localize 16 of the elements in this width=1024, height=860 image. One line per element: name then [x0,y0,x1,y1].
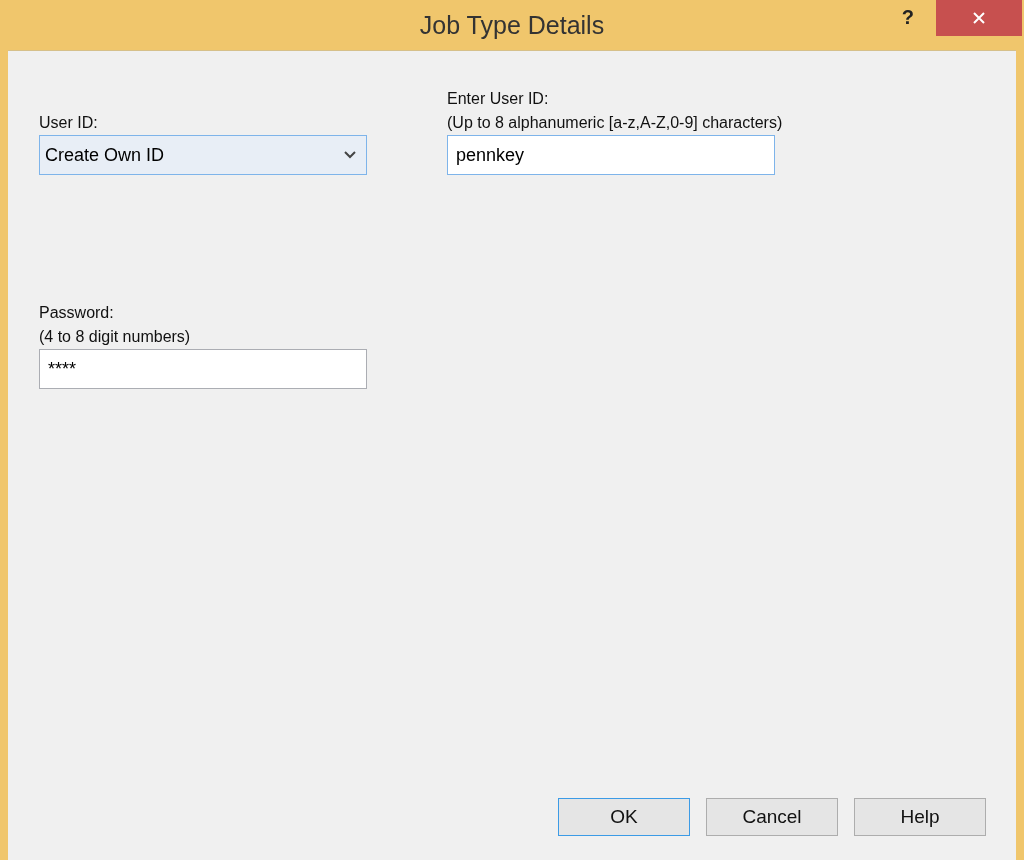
window-title: Job Type Details [419,10,605,40]
field-label: Enter User ID: [447,89,550,109]
close-button[interactable] [936,0,1022,36]
field-label: Password: [39,303,115,323]
chevron-down-icon [344,151,356,159]
dialog-button[interactable]: Cancel [706,798,838,836]
help-button[interactable]: ? [895,6,920,29]
user-id-field[interactable]: pennkey [447,135,775,175]
password-field[interactable]: **** [39,349,367,389]
field-hint: (4 to 8 digit numbers) [39,327,192,347]
close-icon [972,11,986,25]
user-id-dropdown[interactable]: Create Own ID [39,135,367,175]
dialog-button[interactable]: Help [854,798,986,836]
dialog-button[interactable]: OK [558,798,690,836]
field-hint: (Up to 8 alphanumeric [a-z,A-Z,0-9] characters) [447,113,784,133]
field-label: User ID: [39,113,99,133]
